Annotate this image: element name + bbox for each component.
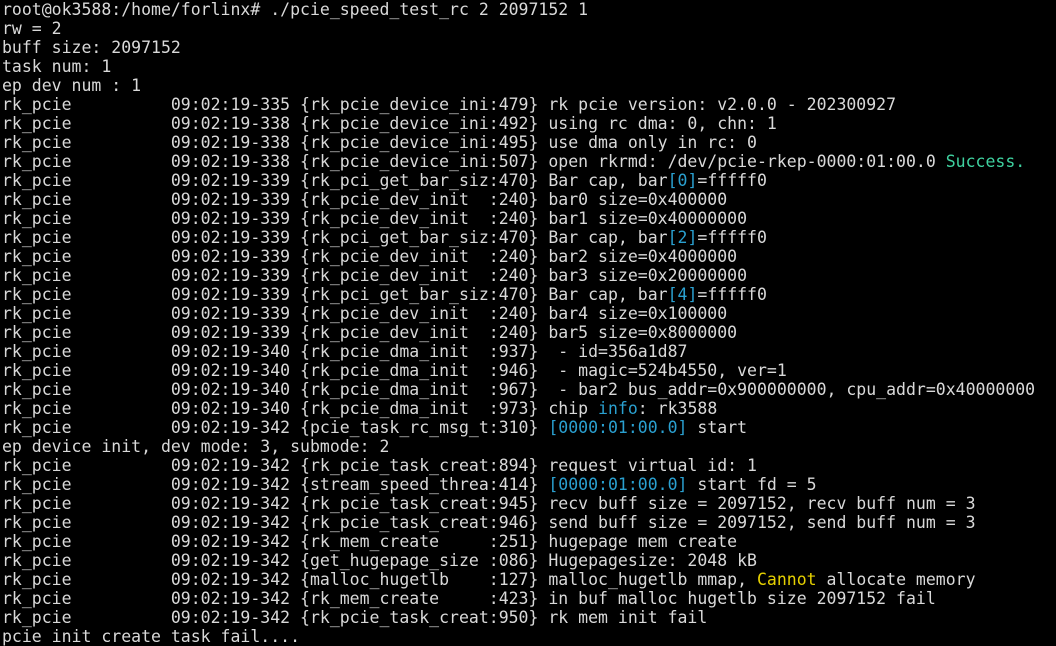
line-text: rk_pcie 09:02:19-342 {pcie_task_rc_msg_t… [2, 418, 549, 437]
output-line: rk_pcie 09:02:19-339 {rk_pcie_dev_init :… [2, 247, 1056, 266]
line-text: rk_pcie 09:02:19-339 {rk_pcie_dev_init :… [2, 304, 728, 323]
line-text: : rk3588 [637, 399, 718, 418]
output-line: rk_pcie 09:02:19-338 {rk_pcie_device_ini… [2, 152, 1056, 171]
output-line: rk_pcie 09:02:19-339 {rk_pcie_dev_init :… [2, 304, 1056, 323]
line-text: rk_pcie 09:02:19-339 {rk_pci_get_bar_siz… [2, 285, 668, 304]
line-text: ep dev num : 1 [2, 76, 142, 95]
output-line: task num: 1 [2, 57, 1056, 76]
terminal-window[interactable]: root@ok3588:/home/forlinx# ./pcie_speed_… [0, 0, 1056, 646]
output-line: rk_pcie 09:02:19-338 {rk_pcie_device_ini… [2, 133, 1056, 152]
output-line: buff size: 2097152 [2, 38, 1056, 57]
line-text: start fd = 5 [687, 475, 817, 494]
line-text: =fffff0 [697, 285, 767, 304]
highlight-bracket: [2] [667, 228, 698, 247]
line-text: rk_pcie 09:02:19-339 {rk_pci_get_bar_siz… [2, 228, 668, 247]
output-line: ep device init, dev mode: 3, submode: 2 [2, 437, 1056, 456]
line-text: rk_pcie 09:02:19-342 {rk_mem_create :251… [2, 532, 738, 551]
output-line: rk_pcie 09:02:19-339 {rk_pci_get_bar_siz… [2, 285, 1056, 304]
line-text: =fffff0 [697, 228, 767, 247]
line-text: rk_pcie 09:02:19-342 {rk_pcie_task_creat… [2, 456, 757, 475]
output-line: rk_pcie 09:02:19-339 {rk_pcie_dev_init :… [2, 209, 1056, 228]
output-line: rk_pcie 09:02:19-342 {rk_pcie_task_creat… [2, 513, 1056, 532]
line-text: rk_pcie 09:02:19-340 {rk_pcie_dma_init :… [2, 361, 787, 380]
output-line: rk_pcie 09:02:19-339 {rk_pcie_dev_init :… [2, 190, 1056, 209]
line-text: rk_pcie 09:02:19-342 {malloc_hugetlb :12… [2, 570, 757, 589]
line-text: rk_pcie 09:02:19-342 {stream_speed_threa… [2, 475, 549, 494]
line-text: allocate memory [816, 570, 976, 589]
line-text: start [687, 418, 748, 437]
highlight-bracket: [0] [667, 171, 698, 190]
line-text: rk_pcie 09:02:19-339 {rk_pcie_dev_init :… [2, 323, 738, 342]
output-line: rk_pcie 09:02:19-342 {rk_mem_create :251… [2, 532, 1056, 551]
output-line: rk_pcie 09:02:19-342 {rk_pcie_task_creat… [2, 494, 1056, 513]
output-line: rk_pcie 09:02:19-340 {rk_pcie_dma_init :… [2, 380, 1056, 399]
line-text: rk_pcie 09:02:19-342 {rk_pcie_task_creat… [2, 513, 976, 532]
output-line: rk_pcie 09:02:19-340 {rk_pcie_dma_init :… [2, 399, 1056, 418]
line-text: rk_pcie 09:02:19-340 {rk_pcie_dma_init :… [2, 342, 688, 361]
highlight-success: Success. [945, 152, 1026, 171]
line-text: ep device init, dev mode: 3, submode: 2 [2, 437, 390, 456]
line-text: rk_pcie 09:02:19-340 {rk_pcie_dma_init :… [2, 380, 1036, 399]
output-line: rk_pcie 09:02:19-342 {stream_speed_threa… [2, 475, 1056, 494]
output-line: rk_pcie 09:02:19-335 {rk_pcie_device_ini… [2, 95, 1056, 114]
line-text: pcie init create task fail.... [2, 627, 301, 646]
output-line: rk_pcie 09:02:19-339 {rk_pcie_dev_init :… [2, 266, 1056, 285]
line-text: rk_pcie 09:02:19-340 {rk_pcie_dma_init :… [2, 399, 599, 418]
line-text: =fffff0 [697, 171, 767, 190]
output-line: ep dev num : 1 [2, 76, 1056, 95]
highlight-bracket: [0000:01:00.0] [548, 475, 688, 494]
line-text: rk_pcie 09:02:19-338 {rk_pcie_device_ini… [2, 133, 757, 152]
output-line: rk_pcie 09:02:19-342 {rk_mem_create :423… [2, 589, 1056, 608]
line-text: rk_pcie 09:02:19-335 {rk_pcie_device_ini… [2, 95, 897, 114]
output-line: rk_pcie 09:02:19-342 {malloc_hugetlb :12… [2, 570, 1056, 589]
line-text: rk_pcie 09:02:19-339 {rk_pcie_dev_init :… [2, 266, 748, 285]
line-text: buff size: 2097152 [2, 38, 181, 57]
line-text: rk_pcie 09:02:19-339 {rk_pcie_dev_init :… [2, 209, 748, 228]
highlight-bracket: info [598, 399, 638, 418]
line-text: rk_pcie 09:02:19-339 {rk_pcie_dev_init :… [2, 247, 738, 266]
line-text: rk_pcie 09:02:19-338 {rk_pcie_device_ini… [2, 114, 777, 133]
line-text: rw = 2 [2, 19, 62, 38]
output-line: rk_pcie 09:02:19-342 {rk_pcie_task_creat… [2, 608, 1056, 627]
output-line: rk_pcie 09:02:19-342 {pcie_task_rc_msg_t… [2, 418, 1056, 437]
command-prompt-line: root@ok3588:/home/forlinx# ./pcie_speed_… [2, 0, 1056, 19]
output-line: rw = 2 [2, 19, 1056, 38]
line-text: rk_pcie 09:02:19-339 {rk_pci_get_bar_siz… [2, 171, 668, 190]
output-line: rk_pcie 09:02:19-339 {rk_pci_get_bar_siz… [2, 171, 1056, 190]
output-line: rk_pcie 09:02:19-342 {rk_pcie_task_creat… [2, 456, 1056, 475]
output-line: rk_pcie 09:02:19-342 {get_hugepage_size … [2, 551, 1056, 570]
output-line: rk_pcie 09:02:19-338 {rk_pcie_device_ini… [2, 114, 1056, 133]
output-line: rk_pcie 09:02:19-339 {rk_pci_get_bar_siz… [2, 228, 1056, 247]
line-text: rk_pcie 09:02:19-342 {rk_pcie_task_creat… [2, 494, 976, 513]
output-line: pcie init create task fail.... [2, 627, 1056, 646]
line-text: rk_pcie 09:02:19-339 {rk_pcie_dev_init :… [2, 190, 728, 209]
output-line: rk_pcie 09:02:19-340 {rk_pcie_dma_init :… [2, 342, 1056, 361]
highlight-bracket: [4] [667, 285, 698, 304]
line-text: task num: 1 [2, 57, 112, 76]
line-text: rk_pcie 09:02:19-342 {rk_pcie_task_creat… [2, 608, 708, 627]
highlight-warning: Cannot [756, 570, 817, 589]
highlight-bracket: [0000:01:00.0] [548, 418, 688, 437]
line-text: root@ok3588:/home/forlinx# ./pcie_speed_… [2, 0, 589, 19]
line-text: rk_pcie 09:02:19-342 {get_hugepage_size … [2, 551, 757, 570]
output-line: rk_pcie 09:02:19-339 {rk_pcie_dev_init :… [2, 323, 1056, 342]
line-text: rk_pcie 09:02:19-338 {rk_pcie_device_ini… [2, 152, 946, 171]
line-text: rk_pcie 09:02:19-342 {rk_mem_create :423… [2, 589, 936, 608]
output-line: rk_pcie 09:02:19-340 {rk_pcie_dma_init :… [2, 361, 1056, 380]
